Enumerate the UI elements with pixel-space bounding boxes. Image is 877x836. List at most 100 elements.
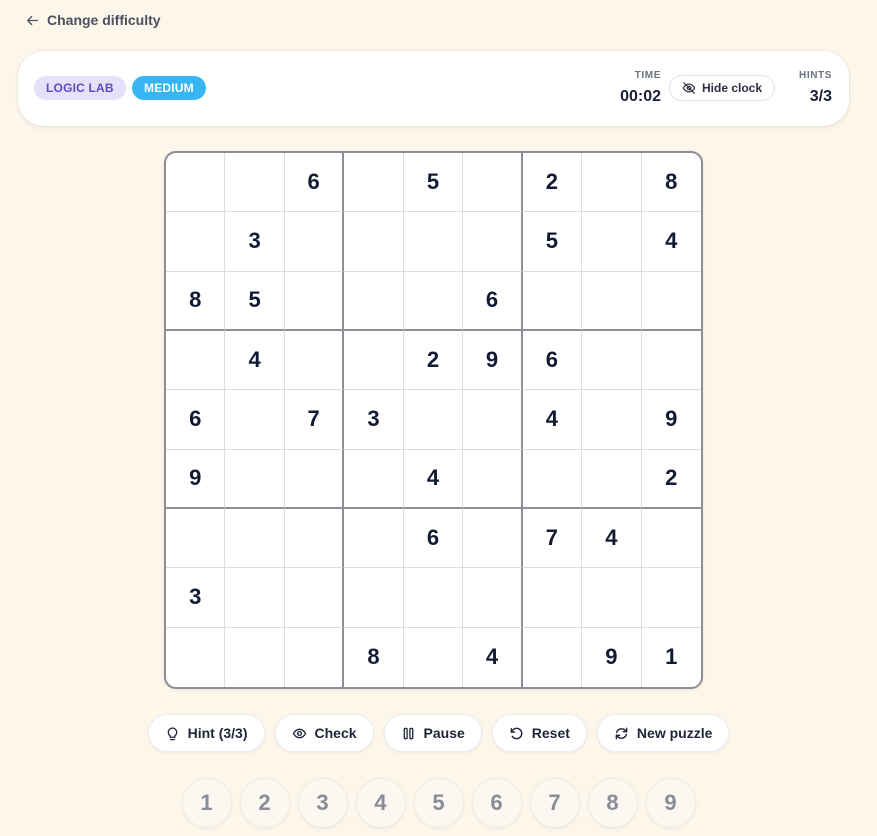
numpad-key-6[interactable]: 6 (471, 778, 522, 828)
numpad-key-9[interactable]: 9 (645, 778, 696, 828)
sudoku-cell-r1c7[interactable]: 2 (522, 153, 583, 213)
sudoku-cell-r1c5[interactable]: 5 (403, 153, 464, 213)
sudoku-cell-r5c6[interactable] (463, 390, 523, 450)
sudoku-cell-r8c8[interactable] (582, 568, 642, 628)
sudoku-cell-r3c6[interactable]: 6 (463, 271, 523, 331)
sudoku-cell-r3c9[interactable] (641, 272, 701, 331)
sudoku-cell-r4c4[interactable] (344, 330, 404, 391)
sudoku-cell-r4c9[interactable] (641, 331, 701, 391)
sudoku-cell-r9c5[interactable] (404, 627, 464, 687)
sudoku-cell-r8c6[interactable] (463, 568, 523, 628)
hide-clock-button[interactable]: Hide clock (669, 75, 776, 101)
sudoku-cell-r3c3[interactable] (284, 271, 345, 331)
sudoku-cell-r9c6[interactable]: 4 (463, 627, 523, 687)
sudoku-cell-r3c2[interactable]: 5 (225, 271, 285, 331)
pause-button[interactable]: Pause (383, 714, 482, 752)
sudoku-cell-r7c1[interactable] (166, 508, 226, 569)
sudoku-cell-r5c9[interactable]: 9 (641, 390, 701, 450)
change-difficulty-link[interactable]: Change difficulty (26, 12, 161, 28)
sudoku-cell-r3c7[interactable] (522, 271, 583, 331)
sudoku-cell-r8c7[interactable] (522, 568, 583, 628)
sudoku-cell-r2c2[interactable]: 3 (225, 212, 285, 272)
sudoku-cell-r6c3[interactable] (284, 449, 345, 509)
time-value: 00:02 (620, 88, 661, 105)
sudoku-cell-r6c9[interactable]: 2 (641, 450, 701, 509)
sudoku-cell-r7c5[interactable]: 6 (403, 508, 464, 569)
sudoku-cell-r9c8[interactable]: 9 (582, 627, 642, 687)
sudoku-cell-r8c2[interactable] (225, 568, 285, 628)
sudoku-cell-r8c3[interactable] (284, 568, 345, 628)
sudoku-cell-r9c9[interactable]: 1 (642, 628, 701, 687)
numpad-key-7[interactable]: 7 (529, 778, 580, 828)
sudoku-cell-r1c8[interactable] (582, 153, 642, 213)
sudoku-cell-r7c7[interactable]: 7 (522, 508, 583, 569)
numpad-key-2[interactable]: 2 (239, 778, 290, 828)
sudoku-cell-r2c9[interactable]: 4 (641, 212, 701, 272)
sudoku-cell-r6c7[interactable] (522, 449, 583, 509)
numpad-key-8[interactable]: 8 (587, 778, 638, 828)
sudoku-cell-r4c1[interactable] (166, 330, 226, 391)
sudoku-cell-r9c4[interactable]: 8 (344, 627, 404, 687)
sudoku-cell-r9c1[interactable] (166, 627, 226, 687)
sudoku-cell-r2c4[interactable] (344, 212, 404, 272)
sudoku-cell-r5c4[interactable]: 3 (344, 390, 404, 450)
sudoku-cell-r9c3[interactable] (285, 627, 345, 687)
sudoku-cell-r9c2[interactable] (225, 627, 285, 687)
sudoku-cell-r1c2[interactable] (225, 153, 285, 213)
sudoku-cell-r2c5[interactable] (403, 212, 464, 272)
sudoku-cell-r5c7[interactable]: 4 (522, 390, 583, 450)
sudoku-cell-r9c7[interactable] (523, 627, 583, 687)
sudoku-cell-r2c1[interactable] (166, 212, 226, 272)
sudoku-cell-r7c3[interactable] (284, 508, 345, 569)
sudoku-cell-r2c6[interactable] (463, 212, 523, 272)
sudoku-cell-r6c5[interactable]: 4 (403, 449, 464, 509)
sudoku-cell-r5c3[interactable]: 7 (284, 390, 345, 450)
sudoku-cell-r1c6[interactable] (463, 153, 523, 213)
sudoku-cell-r5c8[interactable] (582, 390, 642, 450)
sudoku-cell-r5c5[interactable] (403, 390, 464, 450)
sudoku-cell-r3c1[interactable]: 8 (166, 271, 226, 331)
sudoku-cell-r7c6[interactable] (463, 508, 523, 569)
sudoku-cell-r8c9[interactable] (641, 568, 701, 628)
sudoku-cell-r6c1[interactable]: 9 (166, 449, 226, 509)
sudoku-cell-r1c3[interactable]: 6 (284, 153, 345, 213)
sudoku-cell-r5c1[interactable]: 6 (166, 390, 226, 450)
sudoku-cell-r4c3[interactable] (284, 330, 345, 391)
reset-label: Reset (531, 725, 570, 741)
sudoku-cell-r1c4[interactable] (344, 153, 404, 213)
sudoku-cell-r6c4[interactable] (344, 449, 404, 509)
sudoku-cell-r4c2[interactable]: 4 (225, 330, 285, 391)
sudoku-cell-r6c2[interactable] (225, 449, 285, 509)
sudoku-cell-r2c7[interactable]: 5 (522, 212, 583, 272)
sudoku-cell-r7c4[interactable] (344, 508, 404, 569)
sudoku-cell-r8c1[interactable]: 3 (166, 568, 226, 628)
sudoku-cell-r7c9[interactable] (641, 509, 701, 569)
sudoku-cell-r4c6[interactable]: 9 (463, 330, 523, 391)
sudoku-cell-r4c8[interactable] (582, 330, 642, 391)
sudoku-cell-r2c3[interactable] (284, 212, 345, 272)
numpad-key-5[interactable]: 5 (413, 778, 464, 828)
sudoku-cell-r6c6[interactable] (463, 449, 523, 509)
numpad-key-3[interactable]: 3 (297, 778, 348, 828)
sudoku-cell-r3c8[interactable] (582, 271, 642, 331)
sudoku-cell-r3c4[interactable] (344, 271, 404, 331)
sudoku-cell-r4c5[interactable]: 2 (403, 330, 464, 391)
sudoku-cell-r8c4[interactable] (344, 568, 404, 628)
sudoku-cell-r2c8[interactable] (582, 212, 642, 272)
numpad-key-1[interactable]: 1 (181, 778, 232, 828)
sudoku-cell-r7c2[interactable] (225, 508, 285, 569)
hint-button[interactable]: Hint (3/3) (147, 714, 265, 752)
sudoku-cell-r4c7[interactable]: 6 (522, 330, 583, 391)
new-puzzle-button[interactable]: New puzzle (596, 714, 730, 752)
numpad-key-4[interactable]: 4 (355, 778, 406, 828)
sudoku-cell-r7c8[interactable]: 4 (582, 508, 642, 569)
check-button[interactable]: Check (274, 714, 374, 752)
sudoku-cell-r8c5[interactable] (403, 568, 464, 628)
hide-clock-label: Hide clock (702, 81, 763, 95)
sudoku-cell-r5c2[interactable] (225, 390, 285, 450)
sudoku-cell-r6c8[interactable] (582, 449, 642, 509)
sudoku-cell-r1c1[interactable] (166, 153, 226, 213)
sudoku-cell-r1c9[interactable]: 8 (641, 153, 701, 213)
sudoku-cell-r3c5[interactable] (403, 271, 464, 331)
reset-button[interactable]: Reset (491, 714, 587, 752)
